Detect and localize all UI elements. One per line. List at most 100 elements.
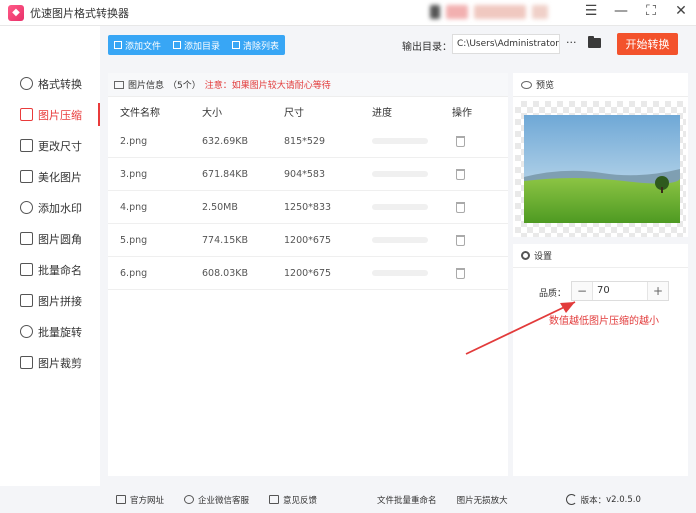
lossless-link[interactable]: 图片无损放大 — [457, 494, 508, 506]
progress-bar — [372, 237, 428, 243]
user-extra-blurred — [532, 5, 548, 19]
maximize-icon[interactable]: ⛶ — [644, 3, 658, 19]
sidebar-item-watermark[interactable]: 添加水印 — [0, 192, 100, 223]
browse-more-button[interactable]: ··· — [566, 36, 577, 49]
add-dir-button[interactable]: 添加目录 — [167, 35, 226, 55]
sidebar-item-label: 图片裁剪 — [38, 356, 82, 370]
settings-header: 设置 — [513, 244, 688, 268]
quality-hint: 数值越低图片压缩的越小 — [549, 316, 659, 327]
output-path-input[interactable]: C:\Users\Administrator — [452, 34, 560, 54]
delete-icon[interactable] — [456, 201, 465, 213]
sidebar-item-format-convert[interactable]: 格式转换 — [0, 68, 100, 99]
delete-icon[interactable] — [456, 135, 465, 147]
add-file-button[interactable]: 添加文件 — [108, 35, 167, 55]
feedback-link[interactable]: 意见反馈 — [269, 494, 317, 506]
delete-icon[interactable] — [456, 168, 465, 180]
folder-add-icon — [173, 41, 182, 49]
clear-list-button[interactable]: 清除列表 — [226, 35, 285, 55]
crop-icon — [20, 356, 33, 369]
compress-icon — [20, 108, 33, 121]
sidebar-item-crop[interactable]: 图片裁剪 — [0, 347, 100, 378]
file-name: 3.png — [120, 168, 148, 180]
menu-icon[interactable]: ☰ — [584, 3, 598, 19]
file-panel-title: 图片信息 — [128, 81, 165, 91]
trash-small-icon — [232, 41, 241, 49]
progress-bar — [372, 204, 428, 210]
file-size: 671.84KB — [202, 168, 248, 180]
sidebar-item-label: 格式转换 — [38, 77, 82, 91]
sidebar-item-round-corner[interactable]: 图片圆角 — [0, 223, 100, 254]
file-dim: 1200*675 — [284, 267, 332, 279]
minimize-icon[interactable]: — — [614, 3, 628, 19]
file-name: 5.png — [120, 234, 148, 246]
website-link[interactable]: 官方网址 — [116, 494, 164, 506]
table-row[interactable]: 3.png 671.84KB 904*583 — [108, 158, 508, 191]
table-row[interactable]: 6.png 608.03KB 1200*675 — [108, 257, 508, 290]
beautify-icon — [20, 170, 33, 183]
file-dim: 1250*833 — [284, 201, 332, 213]
wechat-icon — [184, 495, 195, 504]
version-number: v2.0.5.0 — [606, 494, 641, 505]
version-label: 版本： — [580, 495, 607, 506]
table-row[interactable]: 4.png 2.50MB 1250*833 — [108, 191, 508, 224]
watermark-icon — [20, 201, 33, 214]
website-icon — [116, 495, 126, 504]
preview-title: 预览 — [536, 81, 555, 91]
delete-icon[interactable] — [456, 234, 465, 246]
file-count: （5个） — [168, 81, 201, 91]
sidebar-item-label: 批量命名 — [38, 263, 82, 277]
table-row[interactable]: 2.png 632.69KB 815*529 — [108, 125, 508, 158]
decrease-button[interactable]: − — [572, 282, 592, 300]
file-dim: 815*529 — [284, 135, 326, 147]
col-header-name: 文件名称 — [120, 107, 160, 119]
preview-header: 预览 — [513, 73, 688, 97]
quality-label: 品质： — [539, 289, 567, 299]
close-icon[interactable]: ✕ — [674, 3, 688, 19]
sidebar-item-rotate[interactable]: 批量旋转 — [0, 316, 100, 347]
delete-icon[interactable] — [456, 267, 465, 279]
col-header-progress: 进度 — [372, 107, 392, 119]
toolbar: 添加文件 添加目录 清除列表 — [108, 35, 286, 55]
add-file-label: 添加文件 — [125, 41, 162, 52]
file-size: 632.69KB — [202, 135, 248, 147]
open-folder-icon[interactable] — [588, 36, 601, 48]
app-title: 优速图片格式转换器 — [30, 6, 129, 20]
sidebar-item-rename[interactable]: 批量命名 — [0, 254, 100, 285]
round-corner-icon — [20, 232, 33, 245]
file-size: 774.15KB — [202, 234, 248, 246]
warning-text: 注意：如果图片较大请耐心等待 — [204, 81, 331, 91]
file-dim: 1200*675 — [284, 234, 332, 246]
batch-rename-link[interactable]: 文件批量重命名 — [377, 494, 437, 506]
add-dir-label: 添加目录 — [184, 41, 221, 52]
settings-panel: 设置 品质： − 70 + 数值越低图片压缩的越小 — [513, 244, 688, 476]
table-row[interactable]: 5.png 774.15KB 1200*675 — [108, 224, 508, 257]
sidebar-item-label: 更改尺寸 — [38, 139, 82, 153]
sidebar-item-label: 添加水印 — [38, 201, 82, 215]
account-area[interactable] — [430, 5, 548, 19]
wechat-link[interactable]: 企业微信客服 — [184, 494, 249, 506]
version-info[interactable]: 版本： v2.0.5.0 — [565, 494, 641, 506]
sidebar-item-compress[interactable]: 图片压缩 — [0, 99, 100, 130]
sidebar-item-label: 图片拼接 — [38, 294, 82, 308]
file-dim: 904*583 — [284, 168, 326, 180]
file-panel: 图片信息 （5个） 注意：如果图片较大请耐心等待 文件名称 大小 尺寸 进度 操… — [108, 73, 508, 476]
batch-rename-label: 文件批量重命名 — [377, 495, 437, 506]
file-name: 2.png — [120, 135, 148, 147]
start-convert-button[interactable]: 开始转换 — [617, 33, 678, 55]
sidebar-item-beautify[interactable]: 美化图片 — [0, 161, 100, 192]
footer: 官方网址 企业微信客服 意见反馈 文件批量重命名 图片无损放大 版本： v2.0… — [100, 486, 696, 513]
rotate-icon — [20, 325, 33, 338]
increase-button[interactable]: + — [648, 282, 668, 300]
sidebar-item-resize[interactable]: 更改尺寸 — [0, 130, 100, 161]
avatar[interactable] — [430, 5, 440, 19]
file-name: 6.png — [120, 267, 148, 279]
progress-bar — [372, 171, 428, 177]
file-size: 608.03KB — [202, 267, 248, 279]
quality-stepper: − 70 + — [571, 281, 669, 301]
sidebar-item-stitch[interactable]: 图片拼接 — [0, 285, 100, 316]
progress-bar — [372, 270, 428, 276]
quality-input[interactable]: 70 — [592, 282, 648, 300]
sidebar-item-label: 批量旋转 — [38, 325, 82, 339]
rename-icon — [20, 263, 33, 276]
app-logo-icon: ◆ — [8, 4, 24, 21]
